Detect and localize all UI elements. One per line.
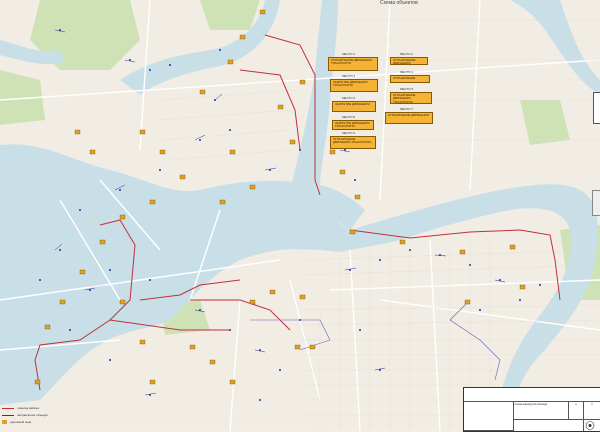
callout: ОГРАНИЧЕНИЕ	[390, 75, 430, 83]
stamp-sheets: 1	[584, 402, 600, 420]
callout: ЗАКРЫТИЕ ДВИЖЕНИЯ ТРАНСПОРТА	[332, 120, 374, 130]
stamp-header	[464, 388, 600, 402]
map-title: Схема объектов	[380, 0, 418, 6]
company-logo-icon	[585, 420, 594, 430]
callout: ОГРАНИЧЕНИЕ ДВИЖЕНИЯ	[390, 57, 428, 65]
callout-head: МЕСТО 9	[342, 131, 356, 135]
callout-head: МЕСТО 1	[342, 52, 356, 56]
sign-swatch-icon	[2, 420, 7, 424]
route-arrow-icon	[2, 414, 14, 416]
callout: ОГРАНИЧЕНИЕ ДВИЖЕНИЯ ТРАНСПОРТА	[390, 92, 432, 104]
title-block: Схема маршрутов объезда 1 1	[463, 387, 600, 432]
legend: граница района направление объезда дорож…	[2, 406, 88, 430]
callout: ОГРАНИЧЕНИЕ ДВИЖЕНИЯ	[385, 112, 433, 124]
stamp-signatures	[464, 402, 514, 431]
callout: ОГРАНИЧЕНИЕ ДВИЖЕНИЯ ТРАНСПОРТА	[328, 57, 378, 71]
legend-item: дорожный знак	[2, 420, 31, 424]
legend-label: дорожный знак	[10, 420, 32, 424]
legend-item: граница района	[2, 406, 39, 410]
legend-item: направление объезда	[2, 413, 48, 417]
side-tab	[593, 92, 600, 124]
stamp-caption: Схема маршрутов объезда	[514, 402, 569, 420]
stamp-logo	[584, 420, 600, 431]
callout: ОГРАНИЧЕНИЕ ДВИЖЕНИЯ ТРАНСПОРТА	[330, 136, 376, 149]
callout-head: МЕСТО 5	[400, 87, 414, 91]
stamp-sheet: 1	[569, 402, 584, 420]
legend-label: граница района	[17, 406, 39, 410]
callout: ЗАКРЫТИЕ ДВИЖЕНИЯ ТРАНСПОРТА	[330, 79, 378, 92]
callout-head: МЕСТО 6	[342, 96, 356, 100]
legend-label: направление объезда	[17, 413, 48, 417]
callout-head: МЕСТО 8	[342, 115, 356, 119]
side-box	[592, 190, 600, 216]
callout-head: МЕСТО 7	[400, 107, 414, 111]
callout: ЗАКРЫТИЕ ДВИЖЕНИЯ	[332, 101, 376, 112]
stamp-drawing-name	[514, 420, 584, 431]
boundary-swatch-icon	[2, 407, 14, 409]
callout-head: МЕСТО 4	[400, 70, 414, 74]
callout-head: МЕСТО 2	[400, 52, 414, 56]
callout-head: МЕСТО 3	[342, 74, 356, 78]
city-map[interactable]	[0, 0, 600, 431]
